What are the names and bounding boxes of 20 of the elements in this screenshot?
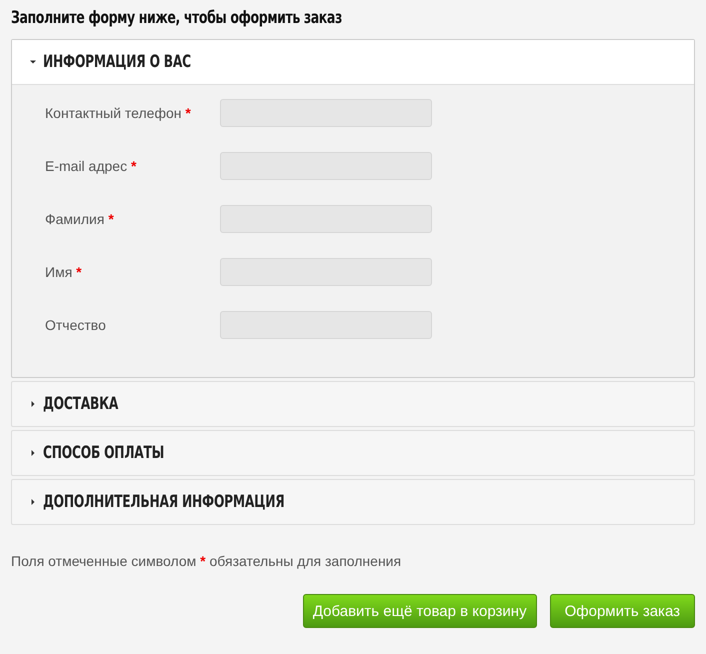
section-title[interactable]: ИНФОРМАЦИЯ О ВАС xyxy=(43,52,191,72)
section-title[interactable]: ДОПОЛНИТЕЛЬНАЯ ИНФОРМАЦИЯ xyxy=(43,492,284,512)
field-label: Контактный телефон * xyxy=(45,105,192,121)
section-title[interactable]: СПОСОБ ОПЛАТЫ xyxy=(43,443,164,463)
page-title: Заполните форму ниже, чтобы оформить заказ xyxy=(11,8,342,28)
field-label: Имя * xyxy=(45,264,83,280)
section-title[interactable]: ДОСТАВКА xyxy=(43,394,118,414)
field-label: Отчество xyxy=(45,317,107,333)
field-label: Фамилия * xyxy=(45,211,115,227)
input-field[interactable] xyxy=(220,99,432,127)
caret-right-icon xyxy=(29,449,37,457)
input-field[interactable] xyxy=(220,258,432,286)
required-note: Поля отмеченные символом * обязательны для заполнения xyxy=(11,553,402,569)
caret-right-icon xyxy=(29,498,37,506)
caret-right-icon xyxy=(29,400,37,408)
input-field[interactable] xyxy=(220,152,432,180)
caret-down-icon xyxy=(29,58,37,66)
field-label: E-mail адрес * xyxy=(45,158,138,174)
input-field[interactable] xyxy=(220,311,432,339)
input-field[interactable] xyxy=(220,205,432,233)
